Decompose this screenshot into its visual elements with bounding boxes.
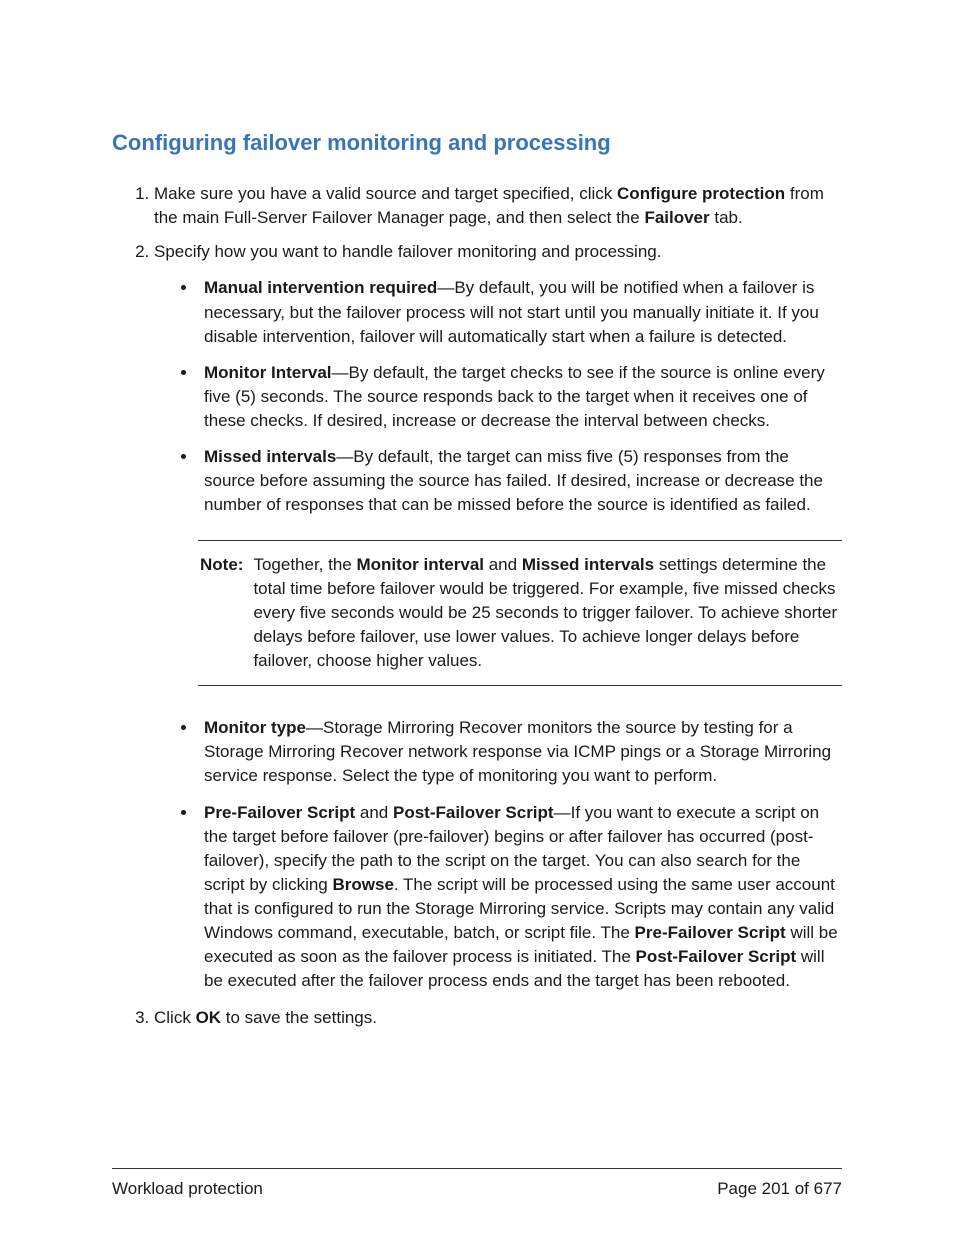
note-box: Note: Together, the Monitor interval and… xyxy=(198,540,842,687)
bold-term: Monitor type xyxy=(204,718,306,737)
text: and xyxy=(355,803,393,822)
bold-term: Failover xyxy=(644,208,709,227)
bold-term: OK xyxy=(196,1008,222,1027)
list-item: Pre-Failover Script and Post-Failover Sc… xyxy=(198,801,842,994)
bold-term: Manual intervention required xyxy=(204,278,437,297)
text: to save the settings. xyxy=(221,1008,377,1027)
bold-term: Configure protection xyxy=(617,184,785,203)
bold-term: Monitor Interval xyxy=(204,363,332,382)
note-label: Note: xyxy=(200,553,243,577)
list-item: Monitor type—Storage Mirroring Recover m… xyxy=(198,716,842,788)
step-2: Specify how you want to handle failover … xyxy=(154,240,842,993)
page-footer: Workload protection Page 201 of 677 xyxy=(112,1168,842,1199)
bold-term: Post-Failover Script xyxy=(636,947,797,966)
step-3: Click OK to save the settings. xyxy=(154,1006,842,1030)
list-item: Manual intervention required—By default,… xyxy=(198,276,842,348)
bold-term: Missed intervals xyxy=(522,555,654,574)
options-list-continued: Monitor type—Storage Mirroring Recover m… xyxy=(154,716,842,993)
document-page: Configuring failover monitoring and proc… xyxy=(0,0,954,1235)
footer-page-number: Page 201 of 677 xyxy=(717,1179,842,1199)
bold-term: Pre-Failover Script xyxy=(204,803,355,822)
step-1: Make sure you have a valid source and ta… xyxy=(154,182,842,230)
list-item: Missed intervals—By default, the target … xyxy=(198,445,842,517)
bold-term: Missed intervals xyxy=(204,447,336,466)
bold-term: Monitor interval xyxy=(356,555,484,574)
text: Click xyxy=(154,1008,196,1027)
text: and xyxy=(484,555,522,574)
footer-section-title: Workload protection xyxy=(112,1179,263,1199)
note-body: Together, the Monitor interval and Misse… xyxy=(253,553,840,674)
options-list: Manual intervention required—By default,… xyxy=(154,276,842,517)
bold-term: Browse xyxy=(332,875,393,894)
bold-term: Pre-Failover Script xyxy=(635,923,786,942)
section-heading: Configuring failover monitoring and proc… xyxy=(112,130,842,156)
footer-rule xyxy=(112,1168,842,1169)
text: tab. xyxy=(710,208,743,227)
text: Together, the xyxy=(253,555,356,574)
instruction-list: Make sure you have a valid source and ta… xyxy=(112,182,842,1030)
text: Specify how you want to handle failover … xyxy=(154,242,661,261)
list-item: Monitor Interval—By default, the target … xyxy=(198,361,842,433)
text: Make sure you have a valid source and ta… xyxy=(154,184,617,203)
bold-term: Post-Failover Script xyxy=(393,803,554,822)
